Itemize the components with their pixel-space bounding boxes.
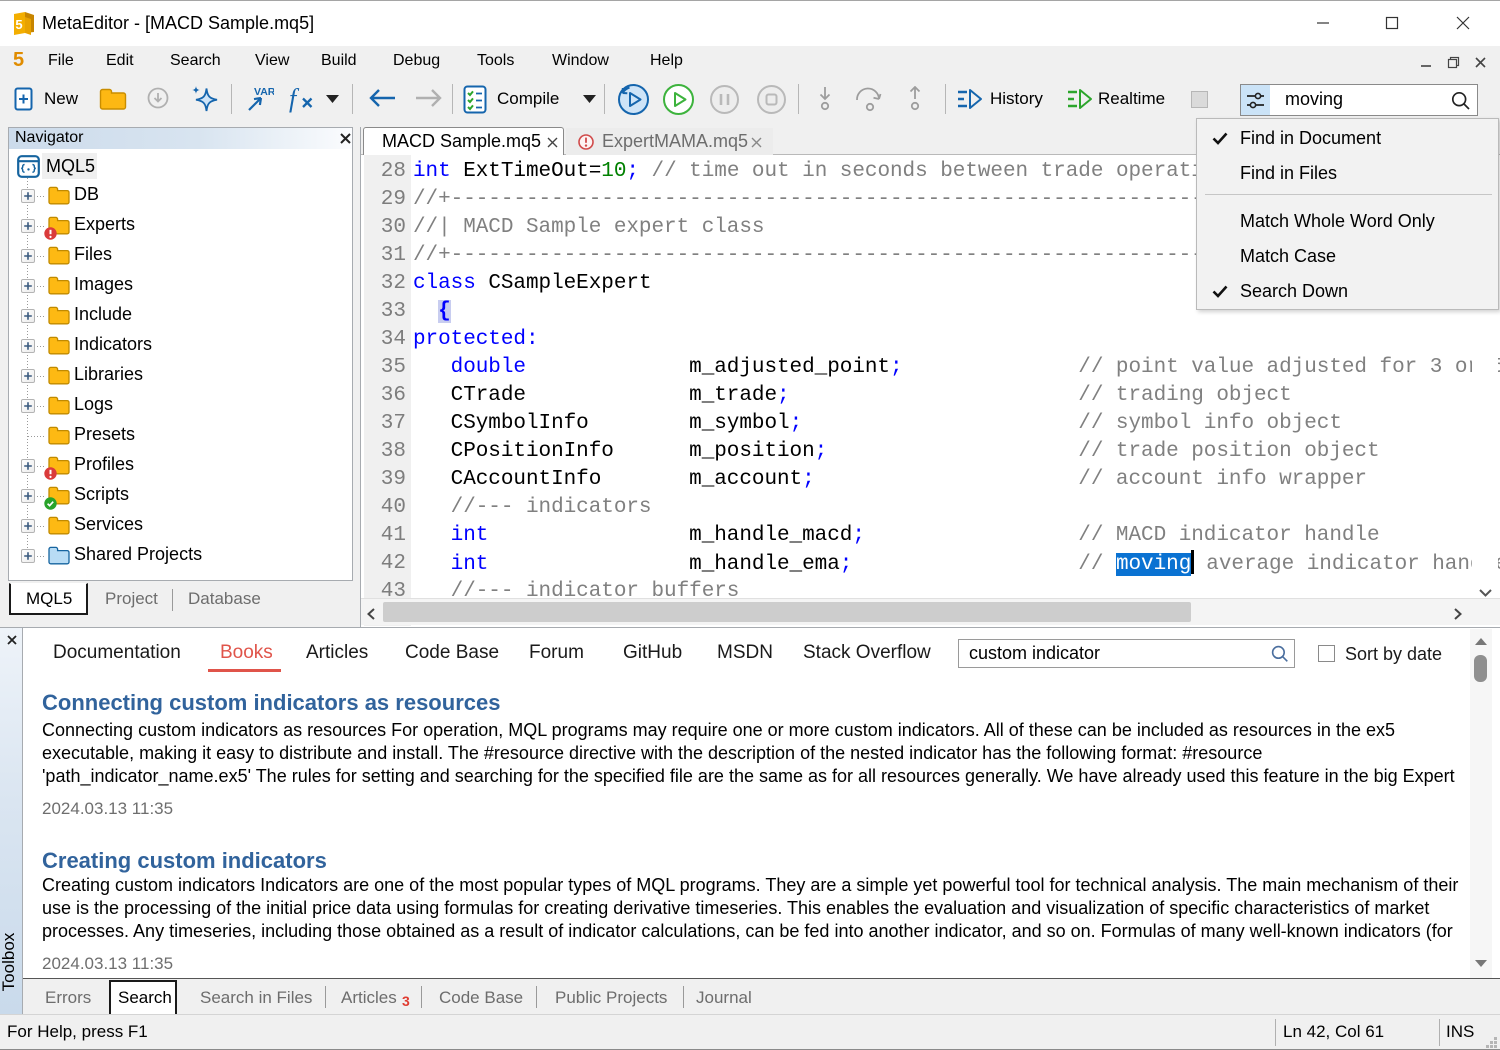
svg-text:5: 5 bbox=[15, 17, 22, 32]
svg-text:f: f bbox=[289, 84, 300, 113]
svg-text:VAR: VAR bbox=[254, 86, 274, 98]
